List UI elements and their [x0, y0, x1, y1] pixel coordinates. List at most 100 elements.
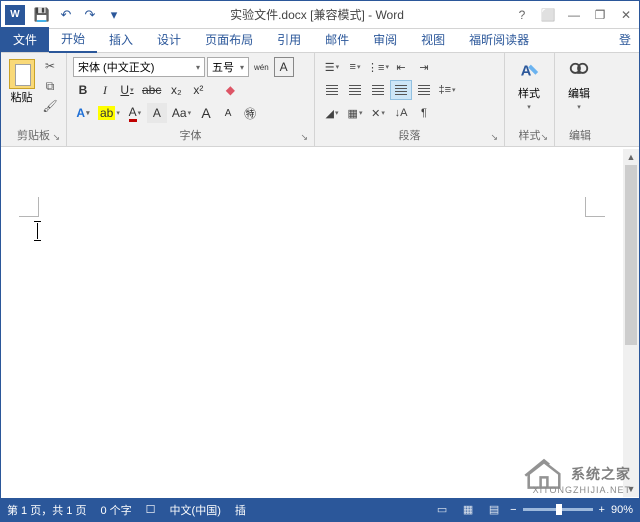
page-corner-top-left — [19, 197, 39, 217]
grow-font-button[interactable]: A — [196, 103, 216, 123]
underline-button[interactable]: U — [117, 80, 137, 100]
superscript-button[interactable]: x² — [188, 80, 208, 100]
help-button[interactable]: ? — [509, 2, 535, 28]
scroll-thumb[interactable] — [625, 165, 637, 345]
tab-home[interactable]: 开始 — [49, 26, 97, 53]
tab-layout[interactable]: 页面布局 — [193, 27, 265, 52]
numbering-button[interactable]: ≡ — [344, 57, 366, 77]
char-shading-button[interactable]: A — [147, 103, 167, 123]
watermark-subtext: XITONGZHIJIA.NET — [533, 485, 631, 495]
group-paragraph-label: 段落 ↘ — [319, 126, 500, 144]
font-name-combo[interactable]: 宋体 (中文正文)▾ — [73, 57, 205, 77]
font-color-button[interactable]: A — [125, 103, 145, 123]
font-size-combo[interactable]: 五号▾ — [207, 57, 249, 77]
styles-icon: A — [518, 61, 540, 83]
font-launcher[interactable]: ↘ — [300, 132, 308, 143]
show-marks-button[interactable]: ¶ — [413, 103, 435, 123]
page-corner-top-right — [585, 197, 605, 217]
status-bar: 第 1 页，共 1 页 0 个字 ☐ 中文(中国) 插 ▭ ▦ ▤ − + 90… — [1, 498, 639, 521]
styles-button[interactable]: A 样式 ▾ — [509, 55, 549, 126]
multilevel-list-button[interactable]: ⋮≡ — [367, 57, 389, 77]
paste-button[interactable]: 粘贴 — [5, 55, 38, 126]
highlight-button[interactable]: ab — [95, 103, 123, 123]
sort-button[interactable]: ↓A — [390, 103, 412, 123]
align-right-button[interactable] — [367, 80, 389, 100]
group-clipboard: 粘贴 ✂ ⧉ 🖌 剪贴板 ↘ — [1, 53, 67, 146]
save-button[interactable]: 💾 — [31, 4, 53, 26]
ribbon-options-button[interactable]: ⬜ — [535, 2, 561, 28]
cut-button[interactable]: ✂ — [40, 57, 60, 75]
proofing-icon[interactable]: ☐ — [146, 503, 156, 516]
tab-mailings[interactable]: 邮件 — [313, 27, 361, 52]
print-layout-button[interactable]: ▦ — [458, 502, 478, 518]
zoom-out-button[interactable]: − — [510, 504, 516, 516]
italic-button[interactable]: I — [95, 80, 115, 100]
group-styles-label: 样式 ↘ — [509, 126, 550, 144]
tab-design[interactable]: 设计 — [145, 27, 193, 52]
qat-customize-button[interactable]: ▾ — [103, 4, 125, 26]
increase-indent-button[interactable]: ⇥ — [413, 57, 435, 77]
zoom-slider[interactable] — [523, 508, 593, 511]
find-icon — [568, 61, 590, 83]
close-button[interactable]: ✕ — [613, 2, 639, 28]
word-count[interactable]: 0 个字 — [100, 502, 131, 518]
change-case-button[interactable]: Aa — [169, 103, 194, 123]
asian-layout-button[interactable]: ✕ — [367, 103, 389, 123]
ribbon-tabs: 文件 开始 插入 设计 页面布局 引用 邮件 审阅 视图 福昕阅读器 登 — [1, 29, 639, 53]
clipboard-launcher[interactable]: ↘ — [52, 132, 60, 143]
ribbon: 粘贴 ✂ ⧉ 🖌 剪贴板 ↘ 宋体 (中文正文)▾ 五号▾ wén — [1, 53, 639, 147]
subscript-button[interactable]: x₂ — [166, 80, 186, 100]
title-bar: W 💾 ↶ ↷ ▾ 实验文件.docx [兼容模式] - Word ? ⬜ — … — [1, 1, 639, 29]
tab-references[interactable]: 引用 — [265, 27, 313, 52]
document-area[interactable] — [1, 149, 623, 497]
distributed-button[interactable] — [413, 80, 435, 100]
styles-launcher[interactable]: ↘ — [540, 132, 548, 143]
edit-label: 编辑 — [568, 85, 590, 101]
phonetic-guide-button[interactable]: wén — [251, 57, 272, 77]
login-button[interactable]: 登 — [611, 27, 639, 52]
group-edit-label: 编辑 — [559, 126, 601, 144]
line-spacing-button[interactable]: ‡≡ — [436, 80, 458, 100]
tab-insert[interactable]: 插入 — [97, 27, 145, 52]
shrink-font-button[interactable]: A — [218, 103, 238, 123]
clipboard-icon — [9, 59, 35, 89]
edit-button[interactable]: 编辑 ▾ — [559, 55, 599, 126]
tab-file[interactable]: 文件 — [1, 27, 49, 52]
align-justify-button[interactable] — [390, 80, 412, 100]
tab-foxit[interactable]: 福昕阅读器 — [457, 27, 541, 52]
bullets-button[interactable]: ☰ — [321, 57, 343, 77]
web-layout-button[interactable]: ▤ — [484, 502, 504, 518]
tab-review[interactable]: 审阅 — [361, 27, 409, 52]
language-indicator[interactable]: 中文(中国) — [170, 502, 221, 518]
zoom-in-button[interactable]: + — [599, 504, 605, 516]
styles-label: 样式 — [518, 85, 540, 101]
tab-view[interactable]: 视图 — [409, 27, 457, 52]
strikethrough-button[interactable]: abc — [139, 80, 164, 100]
borders-button[interactable]: ▦ — [344, 103, 366, 123]
enclosed-char-button[interactable]: ㊕ — [240, 103, 260, 123]
restore-button[interactable]: ❐ — [587, 2, 613, 28]
window-controls: ? ⬜ — ❐ ✕ — [509, 2, 639, 28]
align-center-button[interactable] — [344, 80, 366, 100]
page-indicator[interactable]: 第 1 页，共 1 页 — [7, 502, 86, 518]
undo-button[interactable]: ↶ — [55, 4, 77, 26]
text-effects-button[interactable]: A — [73, 103, 93, 123]
insert-mode[interactable]: 插 — [235, 502, 246, 518]
scroll-up-button[interactable]: ▲ — [623, 149, 639, 165]
char-border-button[interactable]: A — [274, 57, 294, 77]
shading-button[interactable]: ◢ — [321, 103, 343, 123]
minimize-button[interactable]: — — [561, 2, 587, 28]
clear-formatting-button[interactable]: ◆ — [220, 80, 240, 100]
paragraph-launcher[interactable]: ↘ — [490, 132, 498, 143]
read-mode-button[interactable]: ▭ — [432, 502, 452, 518]
format-painter-button[interactable]: 🖌 — [40, 97, 60, 115]
align-left-button[interactable] — [321, 80, 343, 100]
decrease-indent-button[interactable]: ⇤ — [390, 57, 412, 77]
vertical-scrollbar[interactable]: ▲ ▼ — [623, 149, 639, 497]
zoom-level[interactable]: 90% — [611, 504, 633, 516]
window-title: 实验文件.docx [兼容模式] - Word — [125, 6, 509, 23]
copy-button[interactable]: ⧉ — [40, 77, 60, 95]
bold-button[interactable]: B — [73, 80, 93, 100]
watermark-text: 系统之家 — [571, 464, 631, 484]
redo-button[interactable]: ↷ — [79, 4, 101, 26]
